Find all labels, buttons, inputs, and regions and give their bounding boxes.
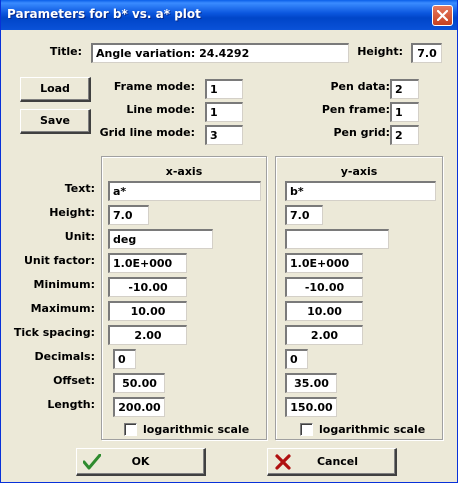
close-icon xyxy=(437,10,448,21)
text-row-label: Text: xyxy=(64,182,95,195)
length-row-label: Length: xyxy=(47,398,95,411)
dialog-window: Parameters for b* vs. a* plot Title: Ang… xyxy=(0,0,458,483)
plot-height-label: Height: xyxy=(357,45,403,58)
x-length-input[interactable]: 200.00 xyxy=(113,397,165,417)
x-log-scale-label: logarithmic scale xyxy=(143,423,250,436)
y-text-input[interactable]: b* xyxy=(285,181,436,201)
grid-line-mode-label: Grid line mode: xyxy=(99,126,195,139)
save-button[interactable]: Save xyxy=(20,109,91,134)
x-text-input[interactable]: a* xyxy=(108,181,261,201)
line-mode-label: Line mode: xyxy=(126,103,195,116)
y-height-input[interactable]: 7.0 xyxy=(285,205,323,225)
x-decimals-input[interactable]: 0 xyxy=(113,349,136,369)
title-label: Title: xyxy=(49,45,82,58)
minimum-row-label: Minimum: xyxy=(33,278,95,291)
decimals-row-label: Decimals: xyxy=(34,350,95,363)
frame-mode-label: Frame mode: xyxy=(113,80,195,93)
pen-frame-input[interactable]: 1 xyxy=(390,102,419,122)
pen-grid-input[interactable]: 2 xyxy=(390,125,419,145)
height-row-label: Height: xyxy=(49,206,95,219)
offset-row-label: Offset: xyxy=(53,374,95,387)
maximum-row-label: Maximum: xyxy=(30,302,95,315)
unit-row-label: Unit: xyxy=(64,230,95,243)
frame-mode-input[interactable]: 1 xyxy=(205,79,243,99)
cancel-label: Cancel xyxy=(316,455,359,468)
y-offset-input[interactable]: 35.00 xyxy=(285,373,337,393)
pen-data-label: Pen data: xyxy=(330,80,390,93)
x-axis-header: x-axis xyxy=(165,165,203,178)
x-minimum-input[interactable]: -10.00 xyxy=(108,277,187,297)
grid-line-mode-input[interactable]: 3 xyxy=(205,125,243,145)
y-length-input[interactable]: 150.00 xyxy=(285,397,337,417)
x-log-scale-checkbox[interactable] xyxy=(124,423,137,436)
unit-factor-row-label: Unit factor: xyxy=(24,254,95,267)
y-log-scale-label: logarithmic scale xyxy=(319,423,426,436)
y-minimum-input[interactable]: -10.00 xyxy=(285,277,363,297)
y-log-scale-checkbox[interactable] xyxy=(300,423,313,436)
x-offset-input[interactable]: 50.00 xyxy=(113,373,165,393)
pen-grid-label: Pen grid: xyxy=(333,126,390,139)
cancel-button[interactable]: Cancel xyxy=(267,448,397,476)
x-unit-factor-input[interactable]: 1.0E+000 xyxy=(108,253,187,273)
y-unit-factor-input[interactable]: 1.0E+000 xyxy=(285,253,363,273)
plot-height-input[interactable]: 7.0 xyxy=(411,43,442,63)
tick-spacing-row-label: Tick spacing: xyxy=(13,326,95,339)
pen-frame-label: Pen frame: xyxy=(321,103,390,116)
y-decimals-input[interactable]: 0 xyxy=(285,349,308,369)
y-axis-header: y-axis xyxy=(340,165,378,178)
line-mode-input[interactable]: 1 xyxy=(205,102,243,122)
close-button[interactable] xyxy=(432,5,453,26)
pen-data-input[interactable]: 2 xyxy=(390,79,419,99)
x-unit-input[interactable]: deg xyxy=(108,229,213,249)
x-maximum-input[interactable]: 10.00 xyxy=(108,301,187,321)
ok-label: OK xyxy=(131,455,150,468)
title-input[interactable]: Angle variation: 24.4292 xyxy=(91,43,349,63)
title-bar[interactable]: Parameters for b* vs. a* plot xyxy=(1,0,457,30)
y-unit-input[interactable] xyxy=(285,229,389,249)
x-tick-spacing-input[interactable]: 2.00 xyxy=(108,325,187,345)
ok-button[interactable]: OK xyxy=(76,448,206,476)
load-button[interactable]: Load xyxy=(20,77,91,102)
window-title: Parameters for b* vs. a* plot xyxy=(7,7,201,21)
x-height-input[interactable]: 7.0 xyxy=(108,205,149,225)
y-tick-spacing-input[interactable]: 2.00 xyxy=(285,325,363,345)
y-maximum-input[interactable]: 10.00 xyxy=(285,301,363,321)
